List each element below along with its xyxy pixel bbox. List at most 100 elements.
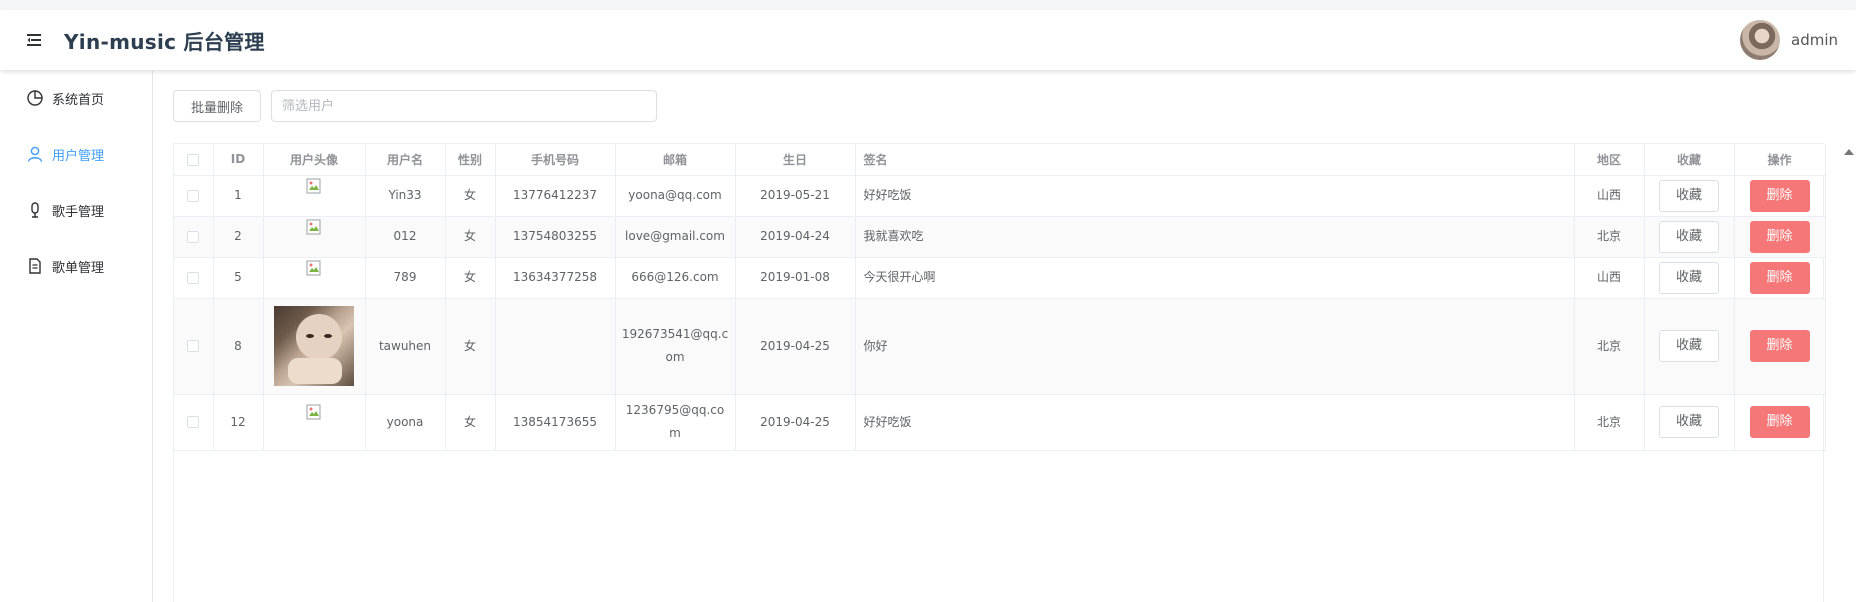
user-avatar[interactable] bbox=[1740, 20, 1780, 60]
cell-action: 删除 bbox=[1734, 257, 1826, 299]
sidebar-item-singers[interactable]: 歌手管理 bbox=[0, 182, 152, 238]
cell-action: 删除 bbox=[1734, 175, 1826, 217]
cell-signature: 我就喜欢吃 bbox=[855, 216, 1575, 258]
select-all-checkbox[interactable] bbox=[187, 153, 200, 166]
delete-button[interactable]: 删除 bbox=[1749, 330, 1810, 362]
table-row: 2 012 女 13754803255 love@gmail.com 2019-… bbox=[174, 216, 1826, 258]
username-label[interactable]: admin bbox=[1791, 31, 1838, 49]
favorites-button[interactable]: 收藏 bbox=[1659, 330, 1719, 362]
cell-email: love@gmail.com bbox=[615, 216, 736, 258]
menu-toggle-icon[interactable] bbox=[24, 30, 44, 50]
cell-sex: 女 bbox=[445, 216, 496, 258]
row-checkbox[interactable] bbox=[187, 189, 200, 202]
cell-phone: 13776412237 bbox=[495, 175, 616, 217]
main-content: 批量删除 ID 用户头像 用户名 性别 手机号码 邮箱 生日 签名 bbox=[153, 70, 1856, 602]
cell-phone: 13854173655 bbox=[495, 394, 616, 451]
cell-birth: 2019-04-24 bbox=[735, 216, 856, 258]
cell-id: 8 bbox=[213, 298, 264, 395]
column-header: 签名 bbox=[855, 144, 1575, 176]
cell-location: 北京 bbox=[1574, 298, 1645, 395]
cell-email: 192673541@qq.com bbox=[615, 298, 736, 395]
row-select-cell bbox=[174, 394, 214, 451]
favorites-button[interactable]: 收藏 bbox=[1659, 220, 1719, 253]
column-header: 用户名 bbox=[365, 144, 446, 176]
table-row: 5 789 女 13634377258 666@126.com 2019-01-… bbox=[174, 257, 1826, 299]
cell-phone: 13754803255 bbox=[495, 216, 616, 258]
cell-action: 删除 bbox=[1734, 394, 1826, 451]
cell-id: 12 bbox=[213, 394, 264, 451]
cell-phone bbox=[495, 298, 616, 395]
delete-button[interactable]: 删除 bbox=[1749, 179, 1810, 212]
favorites-button[interactable]: 收藏 bbox=[1659, 179, 1719, 212]
cell-email: 666@126.com bbox=[615, 257, 736, 299]
cell-action: 删除 bbox=[1734, 216, 1826, 258]
cell-username: 012 bbox=[365, 216, 446, 258]
table-row: 1 Yin33 女 13776412237 yoona@qq.com 2019-… bbox=[174, 175, 1826, 217]
cell-birth: 2019-05-21 bbox=[735, 175, 856, 217]
table-row: 12 yoona 女 13854173655 1236795@qq.com 20… bbox=[174, 394, 1826, 451]
cell-id: 5 bbox=[213, 257, 264, 299]
user-table: ID 用户头像 用户名 性别 手机号码 邮箱 生日 签名 地区 收藏 操作 1 … bbox=[173, 143, 1826, 602]
cell-username: tawuhen bbox=[365, 298, 446, 395]
cell-fav: 收藏 bbox=[1644, 216, 1735, 258]
cell-sex: 女 bbox=[445, 257, 496, 299]
column-header: 地区 bbox=[1574, 144, 1645, 176]
cell-fav: 收藏 bbox=[1644, 257, 1735, 299]
delete-button[interactable]: 删除 bbox=[1749, 220, 1810, 253]
filter-user-input[interactable] bbox=[271, 90, 657, 122]
cell-signature: 你好 bbox=[855, 298, 1575, 395]
broken-image-icon bbox=[306, 404, 322, 420]
row-checkbox[interactable] bbox=[187, 230, 200, 243]
cell-sex: 女 bbox=[445, 394, 496, 451]
cell-fav: 收藏 bbox=[1644, 394, 1735, 451]
row-select-cell bbox=[174, 298, 214, 395]
scroll-up-arrow-icon[interactable] bbox=[1844, 149, 1854, 155]
sidebar-item-home[interactable]: 系统首页 bbox=[0, 70, 152, 126]
cell-sex: 女 bbox=[445, 298, 496, 395]
cell-fav: 收藏 bbox=[1644, 298, 1735, 395]
cell-birth: 2019-04-25 bbox=[735, 394, 856, 451]
batch-delete-button[interactable]: 批量删除 bbox=[173, 90, 261, 122]
cell-birth: 2019-01-08 bbox=[735, 257, 856, 299]
cell-id: 1 bbox=[213, 175, 264, 217]
delete-button[interactable]: 删除 bbox=[1749, 406, 1810, 438]
cell-sex: 女 bbox=[445, 175, 496, 217]
cell-location: 山西 bbox=[1574, 175, 1645, 217]
column-header: 性别 bbox=[445, 144, 496, 176]
table-header-row: ID 用户头像 用户名 性别 手机号码 邮箱 生日 签名 地区 收藏 操作 bbox=[174, 144, 1826, 176]
microphone-icon bbox=[26, 201, 44, 219]
column-header: 生日 bbox=[735, 144, 856, 176]
sidebar-item-playlists[interactable]: 歌单管理 bbox=[0, 238, 152, 294]
cell-avatar bbox=[263, 257, 366, 299]
cell-phone: 13634377258 bbox=[495, 257, 616, 299]
row-select-cell bbox=[174, 257, 214, 299]
delete-button[interactable]: 删除 bbox=[1749, 261, 1810, 294]
cell-avatar bbox=[263, 216, 366, 258]
row-select-cell bbox=[174, 175, 214, 217]
pie-chart-icon bbox=[26, 89, 44, 107]
cell-action: 删除 bbox=[1734, 298, 1826, 395]
column-header: ID bbox=[213, 144, 264, 176]
favorites-button[interactable]: 收藏 bbox=[1659, 261, 1719, 294]
cell-avatar bbox=[263, 175, 366, 217]
column-header: 收藏 bbox=[1644, 144, 1735, 176]
sidebar-item-label: 系统首页 bbox=[52, 92, 105, 108]
cell-username: yoona bbox=[365, 394, 446, 451]
column-header: 手机号码 bbox=[495, 144, 616, 176]
row-checkbox[interactable] bbox=[187, 271, 200, 284]
document-icon bbox=[26, 257, 44, 275]
sidebar-item-label: 用户管理 bbox=[52, 148, 105, 164]
select-all-cell bbox=[174, 144, 214, 176]
favorites-button[interactable]: 收藏 bbox=[1659, 406, 1719, 438]
table-row: 8 tawuhen 女 192673541@qq.com 2019-04-25 bbox=[174, 298, 1826, 395]
sidebar-item-label: 歌单管理 bbox=[52, 260, 105, 276]
top-header: Yin-music 后台管理 admin bbox=[0, 10, 1856, 70]
cell-fav: 收藏 bbox=[1644, 175, 1735, 217]
cell-signature: 今天很开心啊 bbox=[855, 257, 1575, 299]
cell-location: 北京 bbox=[1574, 394, 1645, 451]
row-checkbox[interactable] bbox=[187, 416, 200, 428]
sidebar-item-users[interactable]: 用户管理 bbox=[0, 126, 152, 182]
page-top-strip bbox=[0, 0, 1856, 10]
row-checkbox[interactable] bbox=[187, 340, 200, 352]
cell-location: 北京 bbox=[1574, 216, 1645, 258]
